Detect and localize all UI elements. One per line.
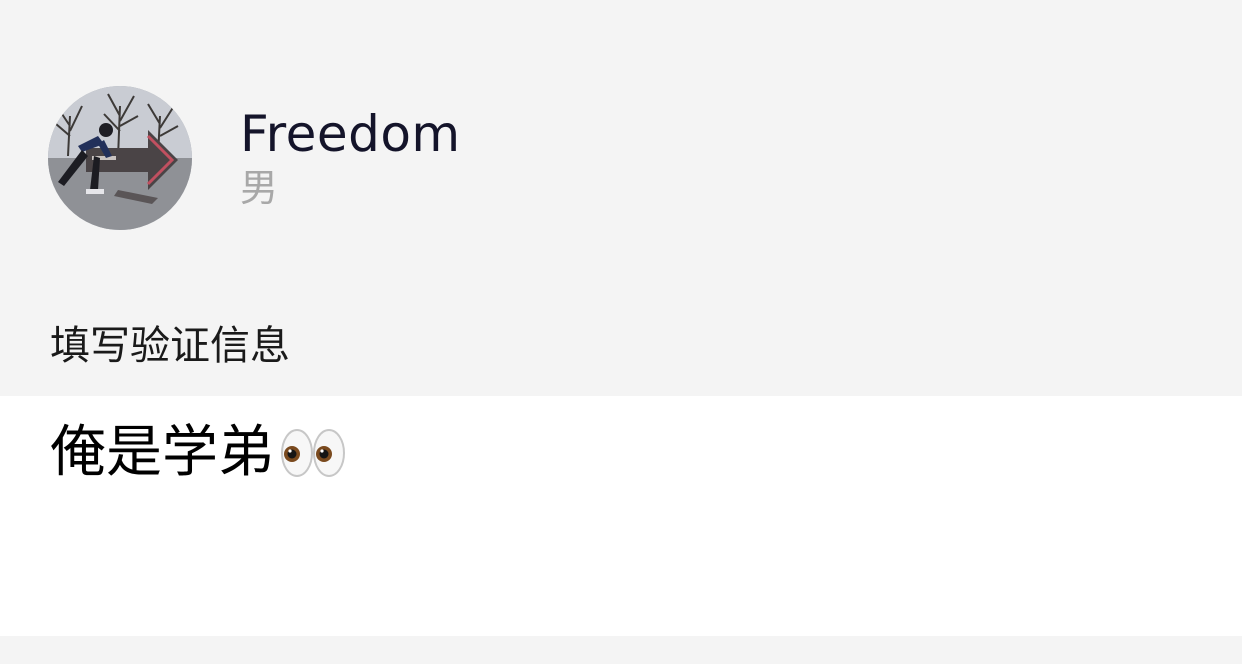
verification-message-row: 俺是学弟 [50, 420, 346, 486]
avatar [48, 85, 192, 230]
verification-message-text: 俺是学弟 [50, 420, 274, 485]
profile-gender: 男 [240, 165, 279, 210]
profile-name: Freedom [240, 104, 461, 163]
verification-message-input[interactable]: 俺是学弟 [0, 396, 1242, 636]
profile-info: Freedom 男 [240, 86, 461, 230]
avatar-photo [48, 85, 192, 230]
add-friend-verification-page: Freedom 男 填写验证信息 俺是学弟 [0, 0, 1242, 664]
profile-header: Freedom 男 [48, 85, 461, 230]
verification-label: 填写验证信息 [50, 323, 290, 369]
eyes-icon [280, 426, 346, 480]
